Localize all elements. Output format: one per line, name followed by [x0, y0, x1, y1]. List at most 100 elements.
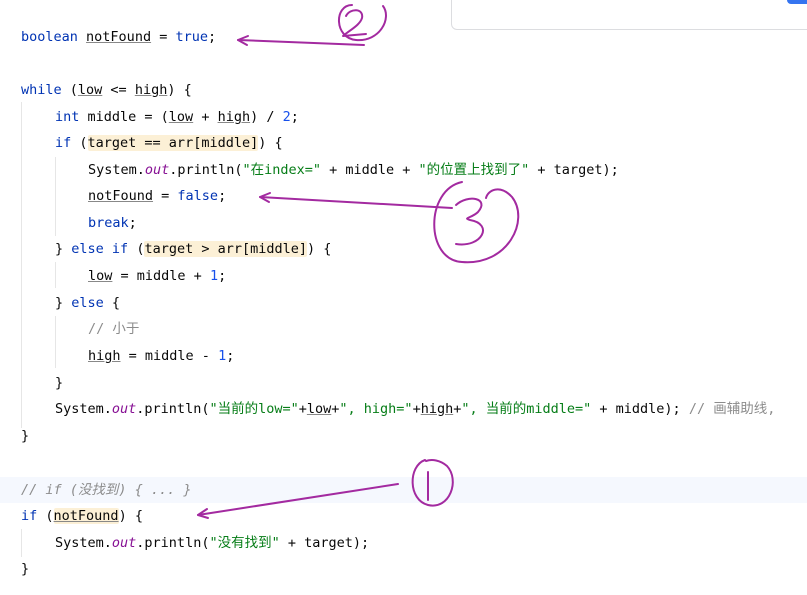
number-literal: 2 — [282, 109, 291, 125]
code-line[interactable]: System.out.println("在index=" + middle + … — [0, 157, 807, 183]
code-text: ) { — [167, 82, 192, 98]
keyword: break — [88, 215, 129, 231]
keyword: true — [175, 29, 208, 45]
code-text: = — [153, 188, 178, 204]
string-literal: "当前的low=" — [209, 401, 299, 417]
code-comment: // 画辅助线, — [688, 401, 776, 417]
code-text: + middle); — [591, 401, 689, 417]
code-text: <= — [102, 82, 135, 98]
code-text: .println( — [169, 162, 243, 178]
string-literal: ", high=" — [339, 401, 413, 417]
keyword: int — [55, 109, 80, 125]
code-text: } — [21, 561, 30, 577]
code-line[interactable]: if (notFound) { — [0, 503, 807, 529]
code-text: ; — [218, 188, 227, 204]
variable-notfound: notFound — [53, 508, 119, 524]
code-text: ) { — [118, 508, 143, 524]
code-text: } — [55, 241, 72, 257]
code-text: System. — [55, 535, 112, 551]
keyword: if — [21, 508, 38, 524]
code-comment: // 小于 — [88, 321, 140, 337]
number-literal: 1 — [218, 348, 227, 364]
variable-low: low — [168, 109, 194, 125]
code-line[interactable]: while (low <= high) { — [0, 77, 807, 103]
static-field: out — [144, 162, 170, 178]
code-text: ( — [128, 241, 145, 257]
highlighted-condition: target == arr[middle] — [87, 135, 259, 151]
code-text: System. — [55, 401, 112, 417]
static-field: out — [111, 535, 137, 551]
variable-high: high — [134, 82, 168, 98]
number-literal: 1 — [209, 268, 219, 284]
code-text: ) { — [307, 241, 332, 257]
code-text: } — [55, 375, 64, 391]
variable-notfound: notFound — [86, 29, 152, 45]
variable-low: low — [77, 82, 103, 98]
string-literal: ", 当前的middle=" — [461, 401, 592, 417]
keyword: else — [71, 295, 104, 311]
variable-high: high — [420, 401, 454, 417]
string-literal: "的位置上找到了" — [418, 162, 530, 178]
variable-low: low — [306, 401, 332, 417]
code-line[interactable]: } else if (target > arr[middle]) { — [0, 236, 807, 262]
code-text: ( — [61, 82, 78, 98]
code-line[interactable]: int middle = (low + high) / 2; — [0, 104, 807, 130]
code-text: ) { — [258, 135, 283, 151]
code-line-current[interactable]: // if (没找到) { ... } — [0, 477, 807, 503]
string-literal: "没有找到" — [209, 535, 280, 551]
code-line[interactable]: notFound = false; — [0, 183, 807, 209]
code-text: ; — [128, 215, 137, 231]
code-text: } — [21, 428, 30, 444]
code-text: ; — [207, 29, 217, 45]
code-line[interactable]: boolean notFound = true; — [0, 24, 807, 50]
keyword: if — [55, 135, 72, 151]
code-line[interactable]: System.out.println("当前的low="+low+", high… — [0, 396, 807, 422]
code-line[interactable]: low = middle + 1; — [0, 263, 807, 289]
code-text: + — [298, 401, 307, 417]
code-text: + middle + — [320, 162, 419, 178]
code-text: + — [412, 401, 421, 417]
popup-accent-button[interactable] — [787, 0, 807, 4]
code-text: { — [103, 295, 121, 311]
keyword: if — [111, 241, 129, 257]
code-text: middle = ( — [79, 109, 169, 125]
code-text: ; — [290, 109, 299, 125]
variable-notfound: notFound — [88, 188, 154, 204]
code-line[interactable]: } — [0, 370, 807, 396]
code-line[interactable]: System.out.println("没有找到" + target); — [0, 530, 807, 556]
string-literal: "在index=" — [242, 162, 321, 178]
code-line[interactable]: break; — [0, 210, 807, 236]
code-line[interactable]: } else { — [0, 290, 807, 316]
code-line[interactable]: // 小于 — [0, 316, 807, 342]
variable-low: low — [88, 268, 113, 284]
keyword: while — [21, 82, 62, 98]
code-text: System. — [88, 162, 145, 178]
keyword: else — [71, 241, 104, 257]
code-text: = middle + — [112, 268, 210, 284]
code-text: ; — [226, 348, 235, 364]
folded-comment[interactable]: // if (没找到) { ... } — [21, 477, 192, 503]
code-text: + target); — [529, 162, 619, 178]
code-line[interactable]: high = middle - 1; — [0, 343, 807, 369]
code-line[interactable]: } — [0, 423, 807, 449]
code-text: ; — [218, 268, 227, 284]
variable-high: high — [88, 348, 121, 364]
highlighted-condition: target > arr[middle] — [144, 241, 308, 257]
code-text: } — [55, 295, 72, 311]
code-text: ( — [37, 508, 54, 524]
variable-high: high — [217, 109, 251, 125]
code-text: .println( — [136, 401, 210, 417]
code-text: ( — [71, 135, 88, 151]
code-text: .println( — [136, 535, 210, 551]
static-field: out — [111, 401, 137, 417]
code-text: + — [193, 109, 218, 125]
code-text: = middle - — [120, 348, 219, 364]
keyword: false — [177, 188, 219, 204]
code-text: ) / — [250, 109, 283, 125]
keyword: boolean — [21, 29, 78, 45]
code-text: + target); — [279, 535, 370, 551]
code-text: = — [151, 29, 176, 45]
code-line[interactable]: } — [0, 556, 807, 582]
code-line[interactable]: if (target == arr[middle]) { — [0, 130, 807, 156]
